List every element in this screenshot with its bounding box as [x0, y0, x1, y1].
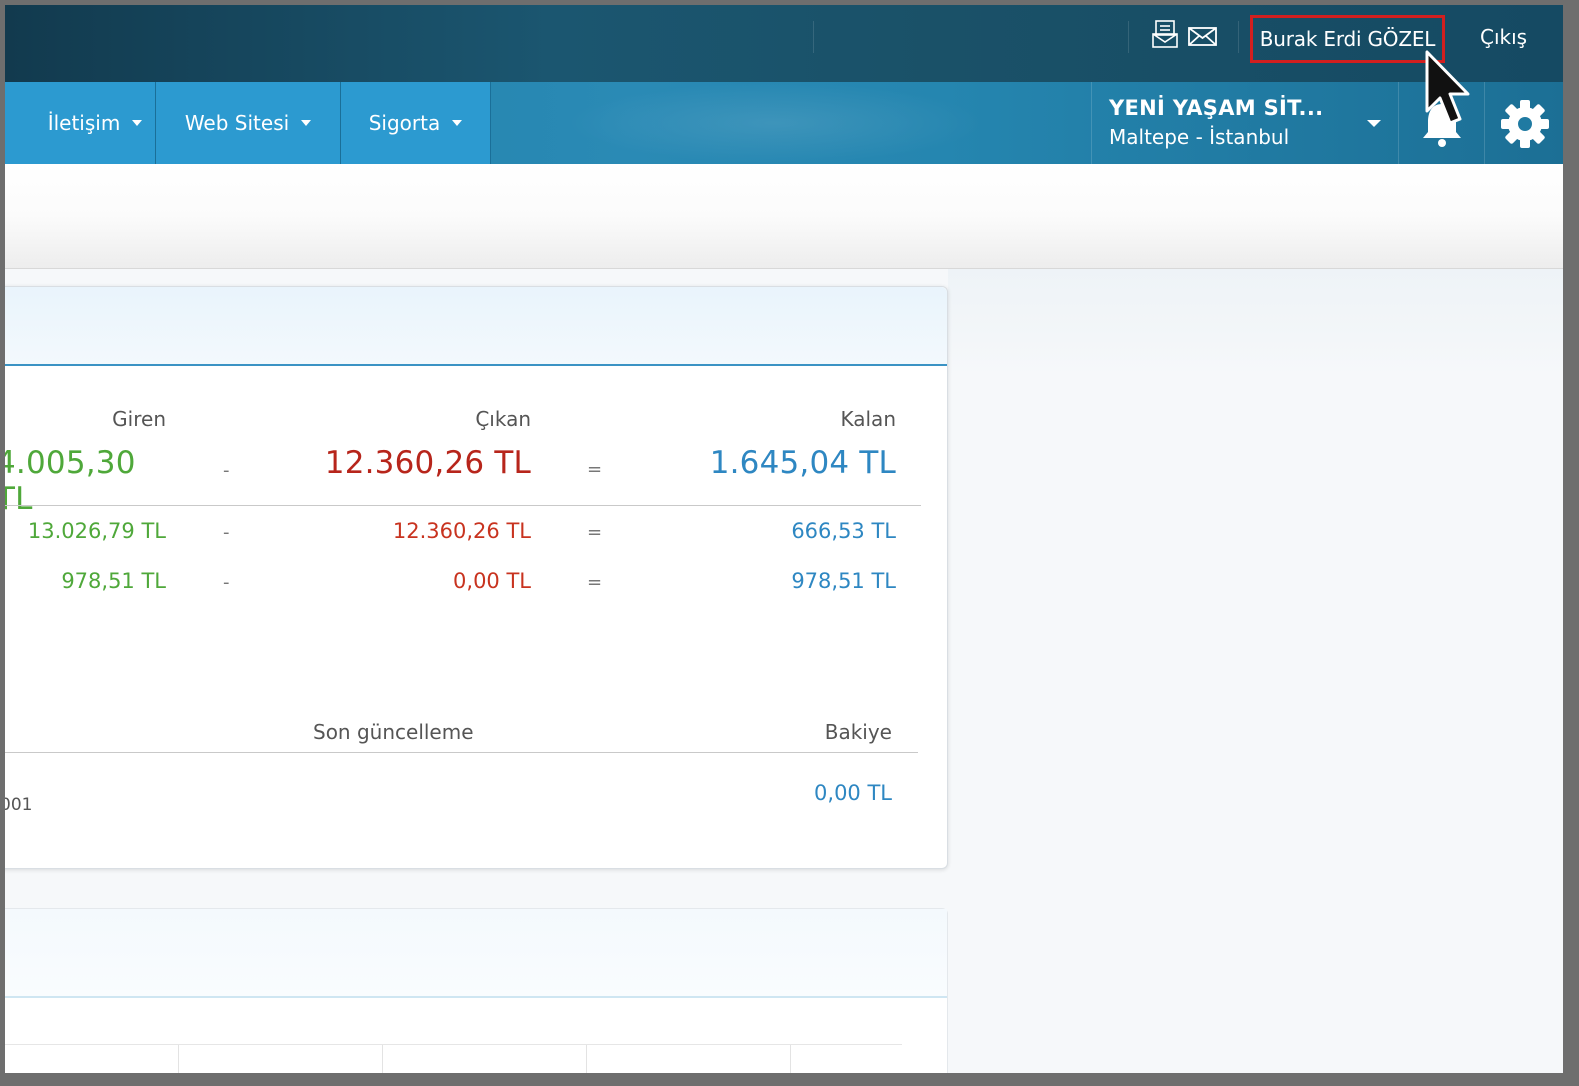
top-separator [1238, 21, 1239, 53]
secondary-panel [5, 908, 948, 1073]
page-subheader [5, 164, 1563, 269]
nav-item-sigorta[interactable]: Sigorta [341, 82, 491, 164]
nav-item-label: Web Sitesi [184, 111, 290, 135]
table-column-separator [178, 1045, 179, 1073]
site-selector[interactable]: YENİ YAŞAM SİT... Maltepe - İstanbul [1091, 82, 1399, 164]
nav-item-web-sitesi[interactable]: Web Sitesi [156, 82, 341, 164]
minus-sign: - [223, 522, 230, 543]
site-name: YENİ YAŞAM SİT... [1109, 96, 1324, 120]
total-balance-value: 1.645,04 TL [709, 445, 896, 481]
total-in-value: 4.005,30 TL [5, 445, 136, 517]
summary-divider [5, 505, 921, 506]
row-out-value: 12.360,26 TL [392, 519, 531, 543]
nav-item-label: İletişim [47, 111, 121, 135]
minus-sign: - [223, 572, 230, 593]
app-window: Burak Erdi GÖZEL Çıkış İletişim Web Site… [5, 5, 1563, 1073]
account-balance-value[interactable]: 0,00 TL [814, 781, 892, 805]
column-header-account-balance: Bakiye [824, 720, 892, 744]
settings-button[interactable] [1485, 82, 1563, 164]
table-column-separator [790, 1045, 791, 1073]
accounts-divider [5, 752, 918, 753]
background-fade [948, 269, 1563, 379]
row-balance-value: 666,53 TL [791, 519, 896, 543]
account-code: 001 [5, 795, 33, 815]
row-out-value: 0,00 TL [453, 569, 531, 593]
user-name-button[interactable]: Burak Erdi GÖZEL [1250, 15, 1445, 63]
column-header-in: Giren [112, 407, 166, 431]
row-in-value: 13.026,79 TL [27, 519, 166, 543]
minus-sign: - [223, 460, 230, 481]
chevron-down-icon [132, 120, 143, 126]
nav-decoration [565, 82, 985, 164]
top-separator [813, 21, 814, 53]
chevron-down-icon [452, 120, 463, 126]
top-bar: Burak Erdi GÖZEL Çıkış [5, 5, 1563, 82]
secondary-panel-header [5, 909, 947, 998]
nav-item-label: Sigorta [368, 111, 441, 135]
mouse-cursor-icon [1425, 50, 1470, 125]
mail-icon[interactable] [1187, 20, 1219, 50]
table-column-separator [382, 1045, 383, 1073]
logout-link[interactable]: Çıkış [1480, 25, 1527, 49]
equals-sign: = [587, 522, 603, 543]
table-header-line [5, 1044, 902, 1045]
nav-item-iletisim[interactable]: İletişim [5, 82, 156, 164]
chevron-down-icon [301, 120, 312, 126]
column-header-out: Çıkan [475, 407, 531, 431]
chevron-down-icon [1367, 120, 1381, 127]
table-column-separator [586, 1045, 587, 1073]
gear-icon [1501, 100, 1549, 148]
column-header-balance: Kalan [840, 407, 896, 431]
row-balance-value: 978,51 TL [791, 569, 896, 593]
main-nav: İletişim Web Sitesi Sigorta YENİ YAŞAM S… [5, 82, 1563, 164]
summary-panel-header [5, 287, 947, 366]
equals-sign: = [587, 572, 603, 593]
column-header-last-update: Son güncelleme [313, 720, 474, 744]
equals-sign: = [587, 459, 603, 480]
top-separator [1128, 21, 1129, 53]
site-location: Maltepe - İstanbul [1109, 125, 1290, 149]
message-board-icon[interactable] [1151, 20, 1183, 50]
row-in-value: 978,51 TL [61, 569, 166, 593]
total-out-value: 12.360,26 TL [324, 445, 531, 481]
summary-panel: Giren Çıkan Kalan 4.005,30 TL - 12.360,2… [5, 286, 948, 869]
